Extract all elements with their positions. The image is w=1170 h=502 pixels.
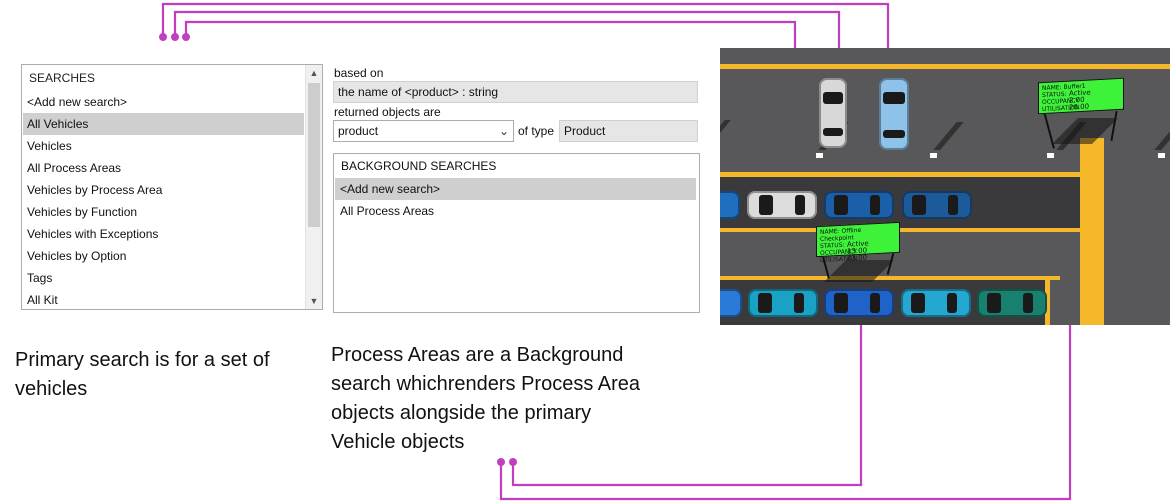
of-type-label: of type xyxy=(518,124,555,138)
primary-caption-line: vehicles xyxy=(15,378,88,400)
vehicle-dark-teal[interactable] xyxy=(977,289,1047,317)
plant-map-view[interactable]: NAME: Buffer1 STATUS: Active OCCUPANCY 2.0… xyxy=(720,48,1170,325)
background-caption-line: Vehicle objects xyxy=(331,431,465,453)
searches-scrollbar[interactable]: ▲ ▼ xyxy=(305,65,322,309)
search-item-vehicles-by-option[interactable]: Vehicles by Option xyxy=(23,245,304,267)
primary-caption: Primary search is for a set of vehicles xyxy=(15,346,315,404)
vehicle-light-blue[interactable] xyxy=(879,78,909,150)
search-item-all-kit[interactable]: All Kit xyxy=(23,289,304,309)
scrollbar-thumb[interactable] xyxy=(308,83,320,227)
search-item-vehicles-with-exceptions[interactable]: Vehicles with Exceptions xyxy=(23,223,304,245)
returned-objects-label: returned objects are xyxy=(334,105,441,119)
background-caption-line: search whichrenders Process Area xyxy=(331,373,641,395)
chevron-down-icon[interactable]: ▼ xyxy=(306,293,322,309)
based-on-field[interactable]: the name of <product> : string xyxy=(333,81,698,103)
vehicle-cyan[interactable] xyxy=(901,289,971,317)
searches-list: SEARCHES <Add new search> All Vehicles V… xyxy=(21,64,323,310)
background-caption-line: objects alongside the primary xyxy=(331,402,592,424)
search-item-all-process-areas[interactable]: All Process Areas xyxy=(23,157,304,179)
background-caption-line: Process Areas are a Background xyxy=(331,344,624,366)
vehicle-white[interactable] xyxy=(747,191,817,219)
bg-search-item-add-new[interactable]: <Add new search> xyxy=(335,178,696,200)
vehicle-cobalt[interactable] xyxy=(824,289,894,317)
background-caption: Process Areas are a Background search wh… xyxy=(331,341,711,457)
returned-objects-dropdown[interactable]: product ⌄ xyxy=(333,120,514,142)
search-item-vehicles-by-function[interactable]: Vehicles by Function xyxy=(23,201,304,223)
vehicle-silver[interactable] xyxy=(819,78,847,148)
based-on-label: based on xyxy=(334,66,384,80)
search-item-vehicles[interactable]: Vehicles xyxy=(23,135,304,157)
vehicle-navy[interactable] xyxy=(824,191,894,219)
vehicle-blue[interactable] xyxy=(720,191,740,219)
bg-search-item-all-process-areas[interactable]: All Process Areas xyxy=(335,200,696,222)
background-searches-header: BACKGROUND SEARCHES xyxy=(341,159,497,173)
vehicle-teal[interactable] xyxy=(748,289,818,317)
searches-header: SEARCHES xyxy=(29,71,96,85)
of-type-field[interactable]: Product xyxy=(559,120,698,142)
search-item-all-vehicles[interactable]: All Vehicles xyxy=(23,113,304,135)
tag-utilisation-value: 43.00 xyxy=(847,253,868,263)
vehicle-dark-blue[interactable] xyxy=(902,191,972,219)
returned-objects-value: product xyxy=(338,124,379,138)
process-area-tag-buffer[interactable]: NAME: Buffer1 STATUS: Active OCCUPANCY 2.0… xyxy=(1038,77,1124,115)
chevron-down-icon[interactable]: ⌄ xyxy=(499,121,509,141)
tag-utilisation-value: 20.00 xyxy=(1069,102,1090,112)
background-searches-list: BACKGROUND SEARCHES <Add new search> All… xyxy=(333,153,700,313)
chevron-up-icon[interactable]: ▲ xyxy=(306,65,322,81)
search-item-tags[interactable]: Tags xyxy=(23,267,304,289)
vehicle-royal-blue[interactable] xyxy=(720,289,742,317)
search-item-add-new[interactable]: <Add new search> xyxy=(23,91,304,113)
process-area-tag-offline-checkpoint[interactable]: NAME: Offline Checkpoint STATUS: Active O… xyxy=(816,221,900,264)
primary-caption-line: Primary search is for a set of xyxy=(15,349,270,371)
search-item-vehicles-by-process-area[interactable]: Vehicles by Process Area xyxy=(23,179,304,201)
